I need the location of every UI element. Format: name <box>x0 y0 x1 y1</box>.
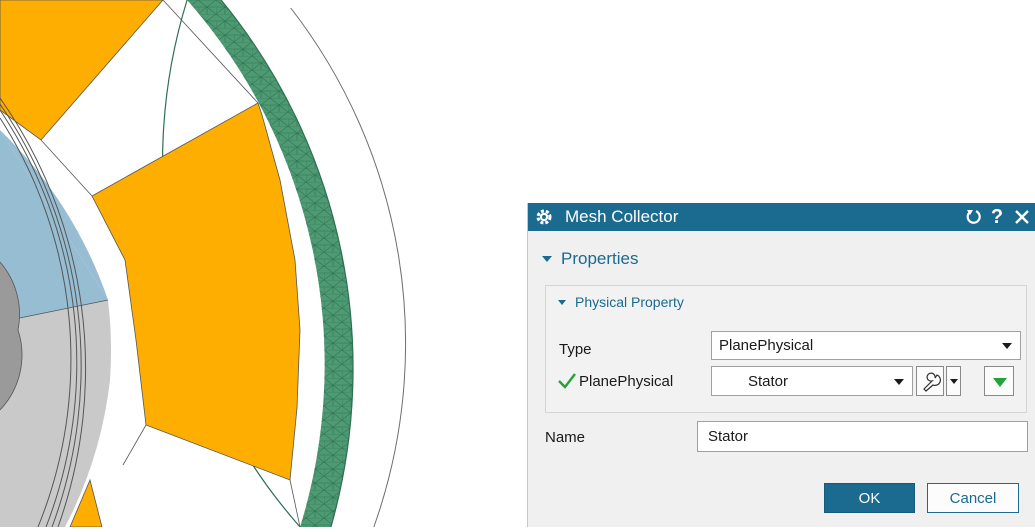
properties-header-label: Properties <box>561 249 639 268</box>
expand-list-button[interactable] <box>984 366 1014 396</box>
dialog-title: Mesh Collector <box>565 207 679 226</box>
gear-icon[interactable] <box>535 208 553 231</box>
wrench-icon <box>921 372 941 397</box>
magnet-pole-top <box>0 0 164 141</box>
name-field-value: Stator <box>708 428 749 445</box>
plane-physical-select[interactable]: Stator <box>711 366 913 396</box>
physical-property-header[interactable]: Physical Property <box>558 294 684 310</box>
ok-button[interactable]: OK <box>824 483 915 513</box>
collapse-triangle-icon <box>558 299 566 305</box>
chevron-down-icon <box>950 379 958 384</box>
close-icon[interactable] <box>1011 204 1033 230</box>
physical-property-header-label: Physical Property <box>575 294 684 310</box>
type-label: Type <box>559 341 592 358</box>
cancel-button[interactable]: Cancel <box>927 483 1019 513</box>
green-triangle-icon <box>993 378 1007 387</box>
type-select-value: PlanePhysical <box>719 337 814 354</box>
edit-options-button[interactable] <box>946 366 961 396</box>
chevron-down-icon <box>894 379 904 385</box>
dialog-title-bar[interactable]: Mesh Collector ? <box>528 203 1035 231</box>
check-icon <box>557 372 577 395</box>
properties-section-header[interactable]: Properties <box>542 249 638 269</box>
collapse-triangle-icon <box>542 256 552 262</box>
plane-physical-value: Stator <box>748 372 789 390</box>
type-select[interactable]: PlanePhysical <box>711 331 1021 360</box>
help-icon[interactable]: ? <box>989 204 1005 230</box>
chevron-down-icon <box>1002 343 1012 349</box>
magnet-pole-middle <box>91 102 301 481</box>
physical-property-group: Physical Property Type PlanePhysical Pla… <box>545 285 1027 413</box>
reset-icon[interactable] <box>964 204 984 230</box>
mesh-collector-dialog: Mesh Collector ? Properties Physical Pro… <box>527 203 1035 527</box>
name-field[interactable]: Stator <box>697 421 1028 452</box>
edit-physical-button[interactable] <box>916 366 944 396</box>
housing-outer-ring <box>290 7 407 527</box>
plane-physical-label: PlanePhysical <box>579 373 674 390</box>
name-label: Name <box>545 429 586 446</box>
dialog-footer: OK Cancel <box>528 467 1035 527</box>
